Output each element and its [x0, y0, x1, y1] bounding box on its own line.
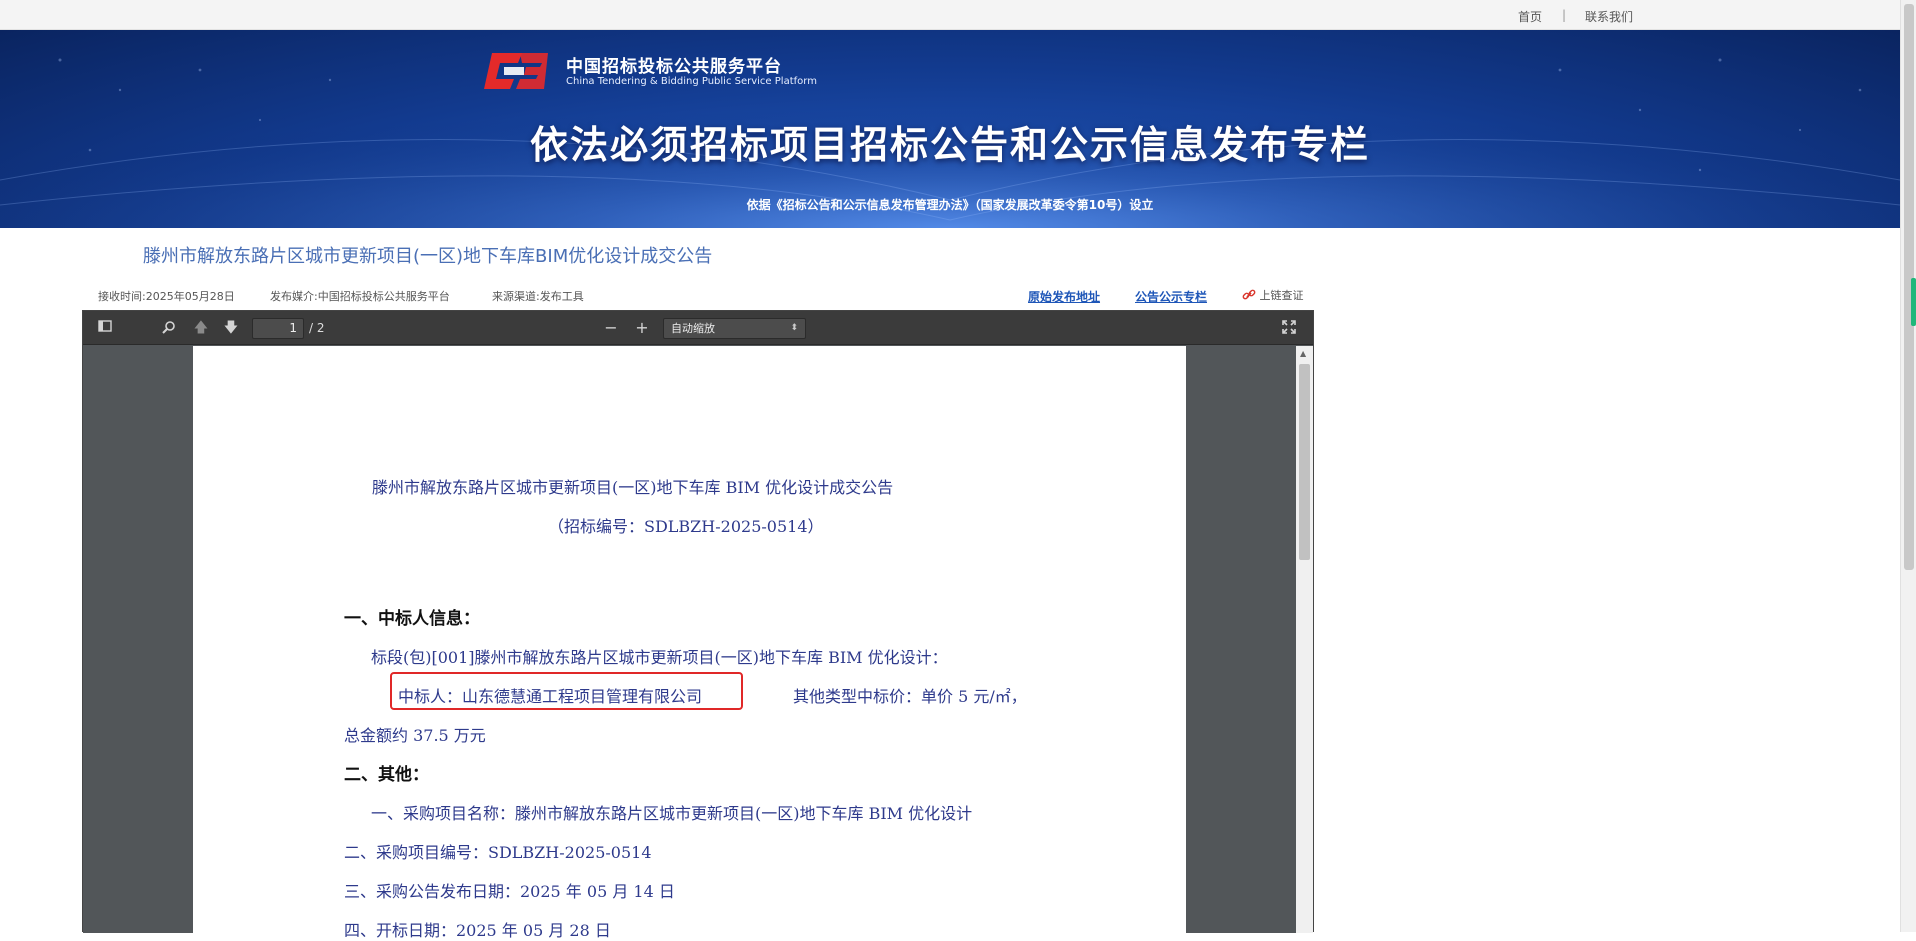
chevron-updown-icon: ⬍ [790, 323, 798, 333]
chain-check-link[interactable]: 上链查证 [1242, 287, 1304, 303]
fullscreen-icon[interactable] [1281, 320, 1297, 336]
publish-media: 发布媒介:中国招标投标公共服务平台 [270, 290, 450, 303]
plus-icon[interactable]: + [634, 320, 650, 336]
pdf-toolbar: 🡅 🡇 1 / 2 − + 自动缩放 ⬍ [83, 311, 1313, 345]
logo-subtitle: China Tendering & Bidding Public Service… [566, 76, 817, 87]
arrow-up-icon[interactable]: 🡅 [193, 320, 209, 336]
page-number-input[interactable]: 1 [252, 318, 304, 339]
pdf-section-other: 二、其他： [344, 765, 429, 785]
page-scrollbar[interactable] [1900, 0, 1916, 932]
minus-icon[interactable]: − [603, 320, 619, 336]
notice-title: 滕州市解放东路片区城市更新项目(一区)地下车库BIM优化设计成交公告 [143, 246, 713, 267]
sidebar-toggle-icon[interactable] [97, 320, 113, 336]
banner-subtitle: 依据《招标公告和公示信息发布管理办法》（国家发展改革委令第10号）设立 [746, 198, 1154, 212]
side-floating-tab[interactable] [1911, 278, 1916, 326]
pdf-section-winner: 一、中标人信息： [344, 609, 480, 629]
original-address-link[interactable]: 原始发布地址 [1028, 288, 1100, 305]
notice-column-link[interactable]: 公告公示专栏 [1135, 288, 1207, 305]
pdf-winner: 中标人：山东德慧通工程项目管理有限公司 [398, 687, 703, 706]
pdf-total: 总金额约 37.5 万元 [344, 726, 486, 745]
pdf-scroll-thumb[interactable] [1299, 364, 1310, 560]
zoom-select[interactable]: 自动缩放 ⬍ [663, 318, 806, 339]
contact-link[interactable]: 联系我们 [1585, 8, 1633, 25]
scroll-up-icon[interactable]: ▲ [1300, 349, 1306, 358]
pdf-bid-number: （招标编号：SDLBZH-2025-0514） [548, 517, 824, 536]
pdf-content-area[interactable] [83, 346, 1296, 933]
banner: 中国招标投标公共服务平台 China Tendering & Bidding P… [0, 30, 1900, 228]
pdf-item-name: 一、采购项目名称：滕州市解放东路片区城市更新项目(一区)地下车库 BIM 优化设… [371, 804, 973, 823]
arrow-down-icon[interactable]: 🡇 [223, 320, 239, 336]
pdf-viewer: 🡅 🡇 1 / 2 − + 自动缩放 ⬍ ▲ [82, 310, 1314, 933]
page-total: / 2 [309, 321, 325, 335]
pdf-item-open-date: 四、开标日期：2025 年 05 月 28 日 [344, 921, 611, 940]
platform-logo-icon [484, 53, 548, 89]
top-bar: 首页 | 联系我们 [0, 0, 1900, 30]
search-icon[interactable] [161, 320, 177, 336]
logo-title: 中国招标投标公共服务平台 [566, 57, 782, 77]
source-channel: 来源渠道:发布工具 [492, 290, 584, 303]
zoom-value: 自动缩放 [671, 322, 715, 335]
pdf-page [193, 346, 1186, 933]
pdf-item-number: 二、采购项目编号：SDLBZH-2025-0514 [344, 843, 652, 862]
banner-title: 依法必须招标项目招标公告和公示信息发布专栏 [529, 123, 1370, 167]
received-time: 接收时间:2025年05月28日 [98, 290, 235, 303]
pdf-lot: 标段(包)[001]滕州市解放东路片区城市更新项目(一区)地下车库 BIM 优化… [371, 648, 948, 667]
pdf-scrollbar[interactable]: ▲ [1296, 346, 1313, 933]
pdf-price: 其他类型中标价：单价 5 元/㎡， [793, 687, 1027, 706]
pdf-title: 滕州市解放东路片区城市更新项目(一区)地下车库 BIM 优化设计成交公告 [372, 478, 894, 497]
chain-check-label: 上链查证 [1259, 289, 1304, 302]
chain-link-icon [1242, 289, 1256, 300]
home-link[interactable]: 首页 [1518, 8, 1542, 25]
pdf-item-date: 三、采购公告发布日期：2025 年 05 月 14 日 [344, 882, 675, 901]
topbar-separator: | [1562, 8, 1567, 22]
